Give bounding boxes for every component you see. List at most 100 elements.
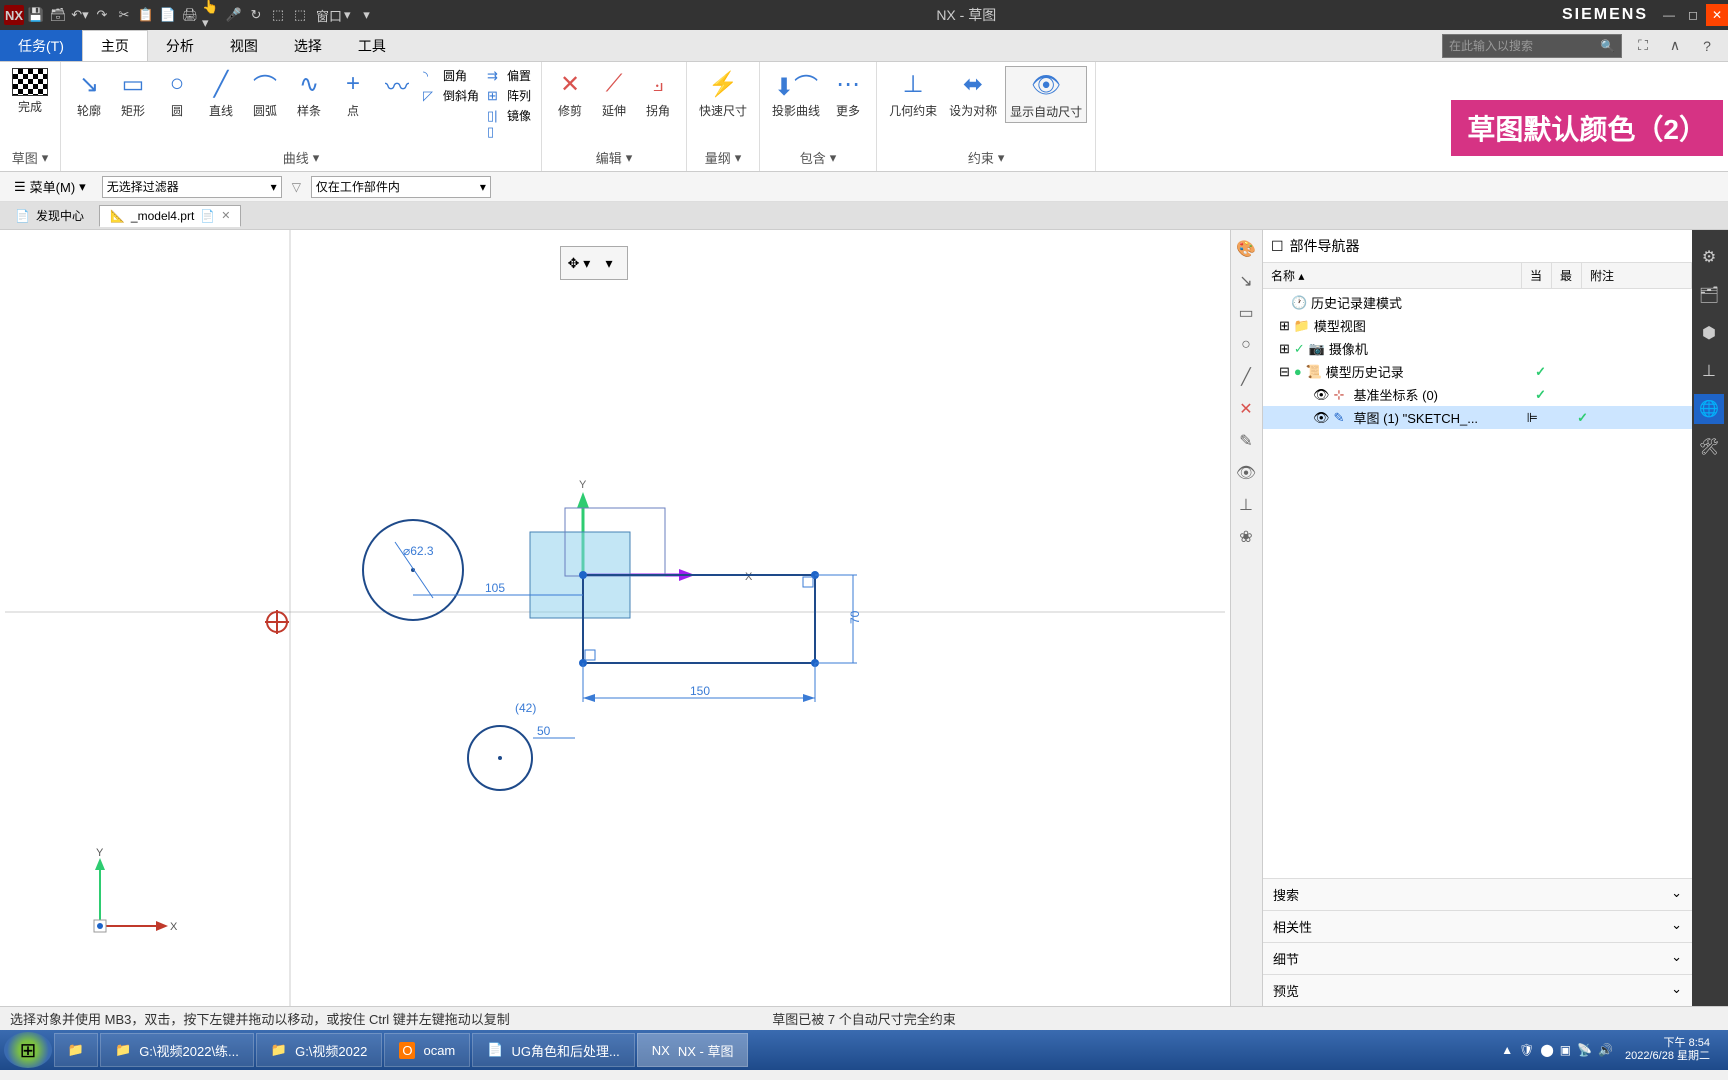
taskbar-wps[interactable]: 📄UG角色和后处理... — [472, 1033, 635, 1067]
minimize-button[interactable]: — — [1658, 4, 1680, 26]
redo-icon[interactable]: ↷ — [92, 5, 112, 25]
nav-relevance[interactable]: 相关性⌄ — [1263, 910, 1692, 942]
taskbar-ocam[interactable]: Oocam — [384, 1033, 470, 1067]
close-tab-icon[interactable]: ✕ — [221, 209, 230, 222]
system-clock[interactable]: 下午 8:54 2022/6/28 星期二 — [1619, 1037, 1716, 1063]
pattern-button[interactable]: ⊞阵列 — [485, 86, 533, 105]
trim-tool-icon[interactable]: ✕ — [1233, 396, 1259, 422]
fillet-button[interactable]: ◝圆角 — [421, 66, 481, 85]
relations-icon[interactable]: ❀ — [1233, 524, 1259, 550]
tray-network-icon[interactable]: 📡 — [1577, 1043, 1592, 1057]
col-current[interactable]: 当 — [1522, 263, 1552, 288]
palette-icon[interactable]: 🎨 — [1233, 236, 1259, 262]
more-icon[interactable]: ▾ — [357, 5, 377, 25]
discover-tab[interactable]: 📄发现中心 — [4, 203, 95, 228]
taskbar-folder2[interactable]: 📁G:\视频2022 — [256, 1033, 382, 1067]
taskbar-folder1[interactable]: 📁G:\视频2022\练... — [100, 1033, 254, 1067]
project-curve-button[interactable]: ⬇⌒投影曲线 — [768, 66, 824, 121]
nav-detail[interactable]: 细节⌄ — [1263, 942, 1692, 974]
touch-icon[interactable]: 👆▾ — [202, 5, 222, 25]
help-up-icon[interactable]: ∧ — [1664, 35, 1686, 57]
rb-assembly-icon[interactable]: ⬢ — [1694, 318, 1724, 348]
mirror-button[interactable]: ▯|▯镜像 — [485, 106, 533, 125]
tab-select[interactable]: 选择 — [276, 30, 340, 61]
tree-datum-csys[interactable]: 👁⊹基准坐标系 (0)✓ — [1263, 383, 1692, 406]
save-all-icon[interactable]: 🗃 — [48, 5, 68, 25]
col-name[interactable]: 名称 ▴ — [1263, 263, 1522, 288]
show-auto-dim-button[interactable]: 👁显示自动尺寸 — [1005, 66, 1087, 123]
extend-button[interactable]: ⟋延伸 — [594, 66, 634, 121]
edit-tool-icon[interactable]: ✎ — [1233, 428, 1259, 454]
corner-button[interactable]: ⟓拐角 — [638, 66, 678, 121]
rb-constraint-icon[interactable]: ⊥ — [1694, 356, 1724, 386]
rb-web-icon[interactable]: 🌐 — [1694, 394, 1724, 424]
rect-tool-icon[interactable]: ▭ — [1233, 300, 1259, 326]
help-icon[interactable]: ? — [1696, 35, 1718, 57]
start-button[interactable]: ⊞ — [4, 1032, 52, 1068]
view-control-popup[interactable]: ✥ ▾ ▾ — [560, 246, 628, 280]
tab-home[interactable]: 主页 — [82, 30, 148, 61]
tree-model-view[interactable]: ⊞📁模型视图 — [1263, 314, 1692, 337]
geo-constraint-button[interactable]: ⊥几何约束 — [885, 66, 941, 121]
taskbar-nx[interactable]: NXNX - 草图 — [637, 1033, 749, 1067]
close-button[interactable]: ✕ — [1706, 4, 1728, 26]
maximize-button[interactable]: ◻ — [1682, 4, 1704, 26]
filter-combo[interactable]: 无选择过滤器▾ — [102, 176, 282, 198]
tray-shield-icon[interactable]: 🛡 — [1519, 1043, 1534, 1057]
profile-button[interactable]: ↘轮廓 — [69, 66, 109, 121]
finish-sketch-button[interactable]: 完成 — [8, 66, 52, 117]
point-button[interactable]: +点 — [333, 66, 373, 121]
window1-icon[interactable]: ⬚ — [268, 5, 288, 25]
line-button[interactable]: ╱直线 — [201, 66, 241, 121]
cut-icon[interactable]: ✂ — [114, 5, 134, 25]
tray-app-icon[interactable]: ⬤ — [1540, 1043, 1553, 1057]
col-notes[interactable]: 附注 — [1582, 263, 1692, 288]
chamfer-button[interactable]: ◸倒斜角 — [421, 86, 481, 105]
trim-button[interactable]: ✕修剪 — [550, 66, 590, 121]
tab-analysis[interactable]: 分析 — [148, 30, 212, 61]
explorer-pin[interactable]: 📁 — [54, 1033, 98, 1067]
search-input[interactable]: 在此输入以搜索 🔍 — [1442, 34, 1622, 58]
tree-model-history[interactable]: ⊟●📜模型历史记录✓ — [1263, 360, 1692, 383]
tab-tools[interactable]: 工具 — [340, 30, 404, 61]
menu-button[interactable]: ☰ 菜单(M) ▾ — [8, 175, 92, 198]
symmetric-button[interactable]: ⬌设为对称 — [945, 66, 1001, 121]
refresh-icon[interactable]: ↻ — [246, 5, 266, 25]
nav-search[interactable]: 搜索⌄ — [1263, 878, 1692, 910]
rb-part-icon[interactable]: 🗂 — [1694, 280, 1724, 310]
tree-sketch-1[interactable]: 👁✎草图 (1) "SKETCH_...⊫✓ — [1263, 406, 1692, 429]
spline-button[interactable]: ∿样条 — [289, 66, 329, 121]
copy-icon[interactable]: 📋 — [136, 5, 156, 25]
col-latest[interactable]: 最 — [1552, 263, 1582, 288]
tray-volume-icon[interactable]: 🔊 — [1598, 1043, 1613, 1057]
model-tab[interactable]: 📐_model4.prt📄✕ — [99, 205, 242, 227]
arc-button[interactable]: ⌒圆弧 — [245, 66, 285, 121]
tree-history-mode[interactable]: 🕐历史记录建模式 — [1263, 291, 1692, 314]
tray-nvidia-icon[interactable]: ▣ — [1560, 1043, 1571, 1057]
circle-tool-icon[interactable]: ○ — [1233, 332, 1259, 358]
undo-icon[interactable]: ↶▾ — [70, 5, 90, 25]
save-icon[interactable]: 💾 — [26, 5, 46, 25]
window-menu[interactable]: 窗口 ▾ — [312, 6, 355, 25]
sketch-canvas[interactable]: Y X ⌀62.3 — [0, 230, 1230, 1006]
curve-button[interactable]: 〰 — [377, 66, 417, 118]
view-dropdown-icon[interactable]: ▾ — [595, 251, 623, 275]
view-orient-icon[interactable]: ✥ ▾ — [565, 251, 593, 275]
nav-preview[interactable]: 预览⌄ — [1263, 974, 1692, 1006]
settings-gear-icon[interactable]: ⚙ — [1694, 242, 1724, 272]
mic-icon[interactable]: 🎤 — [224, 5, 244, 25]
funnel-icon[interactable]: ▽ — [292, 180, 301, 194]
quick-dim-button[interactable]: ⚡快速尺寸 — [695, 66, 751, 121]
window2-icon[interactable]: ⬚ — [290, 5, 310, 25]
tab-task[interactable]: 任务(T) — [0, 30, 82, 61]
rectangle-button[interactable]: ▭矩形 — [113, 66, 153, 121]
scope-combo[interactable]: 仅在工作部件内▾ — [311, 176, 491, 198]
paste-icon[interactable]: 📄 — [158, 5, 178, 25]
rb-tools-icon[interactable]: 🛠 — [1694, 432, 1724, 462]
offset-button[interactable]: ⇉偏置 — [485, 66, 533, 85]
fullscreen-icon[interactable]: ⛶ — [1632, 35, 1654, 57]
tab-view[interactable]: 视图 — [212, 30, 276, 61]
more-include-button[interactable]: ⋯更多 — [828, 66, 868, 121]
profile-tool-icon[interactable]: ↘ — [1233, 268, 1259, 294]
tree-camera[interactable]: ⊞✓📷摄像机 — [1263, 337, 1692, 360]
